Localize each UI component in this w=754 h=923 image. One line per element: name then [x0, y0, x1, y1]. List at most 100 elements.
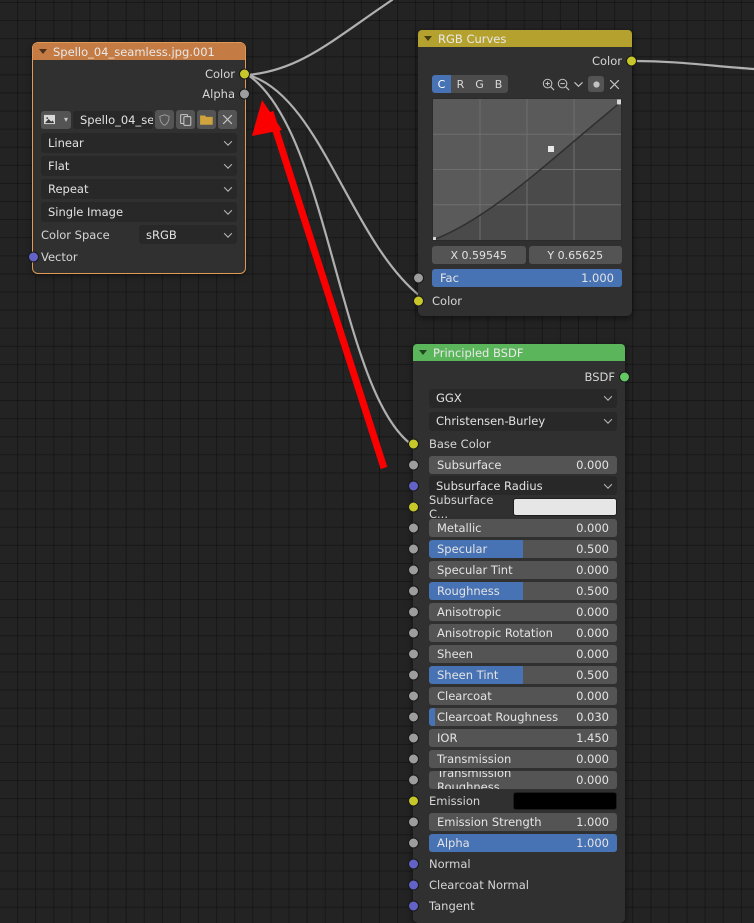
input-socket-subsurface-c[interactable] [408, 501, 419, 512]
input-label-vector: Vector [41, 250, 78, 264]
input-socket-color[interactable] [413, 295, 424, 306]
input-socket-clearcoat-roughness[interactable] [408, 711, 419, 722]
open-image-button[interactable] [197, 110, 216, 129]
subsurface-method-dropdown-row: Christensen-Burley [429, 411, 617, 431]
input-socket-ior[interactable] [408, 732, 419, 743]
bsdf-input-label: Anisotropic Rotation [437, 625, 553, 640]
distribution-dropdown[interactable]: GGX [429, 388, 617, 408]
curve-widget[interactable] [432, 98, 622, 241]
input-socket-fac[interactable] [413, 272, 424, 284]
curve-y-field[interactable]: Y 0.65625 [528, 246, 622, 264]
bsdf-slider[interactable]: Transmission Roughness 0.000 [429, 770, 617, 789]
bsdf-input-row: Subsurface 0.000 [408, 455, 617, 474]
input-socket-specular[interactable] [408, 543, 419, 554]
source-dropdown[interactable]: Single Image [41, 201, 237, 222]
node-image-texture[interactable]: Spello_04_seamless.jpg.001 Color Alpha ▾… [28, 42, 250, 274]
input-socket-anisotropic-rotation[interactable] [408, 627, 419, 638]
curve-channel-c[interactable]: C [432, 75, 451, 93]
bsdf-slider[interactable]: Sheen 0.000 [429, 644, 617, 663]
output-socket-bsdf[interactable] [619, 371, 630, 383]
curve-channel-b[interactable]: B [489, 75, 508, 93]
reset-curve-button[interactable] [607, 79, 622, 90]
fac-slider[interactable]: Fac 1.000 [432, 269, 622, 287]
bsdf-slider[interactable]: Anisotropic Rotation 0.000 [429, 623, 617, 642]
bsdf-input-value: 1.450 [576, 730, 609, 745]
new-image-button[interactable] [176, 110, 195, 129]
input-socket-sheen-tint[interactable] [408, 669, 419, 680]
input-socket-emission[interactable] [408, 795, 419, 806]
rgb-curves-body: Color C R G B X 0.59545 Y 0.65625 Fac 1.… [413, 47, 637, 316]
input-socket-subsurface[interactable] [408, 459, 419, 470]
principled-bsdf-header[interactable]: Principled BSDF [413, 344, 625, 361]
rgb-curves-title: RGB Curves [438, 31, 507, 46]
input-socket-clearcoat[interactable] [408, 690, 419, 701]
subsurface-method-dropdown[interactable]: Christensen-Burley [429, 411, 617, 431]
input-socket-transmission[interactable] [408, 753, 419, 764]
input-socket-subsurface-radius[interactable] [408, 480, 419, 491]
curve-channel-r[interactable]: R [451, 75, 470, 93]
input-socket-metallic[interactable] [408, 522, 419, 533]
bsdf-slider[interactable]: Clearcoat Roughness 0.030 [429, 707, 617, 726]
bsdf-slider[interactable]: Alpha 1.000 [429, 833, 617, 852]
bsdf-color-swatch[interactable] [513, 791, 617, 810]
bsdf-input-row: IOR 1.450 [408, 728, 617, 747]
folder-icon [200, 114, 213, 125]
color-space-dropdown[interactable]: sRGB [139, 225, 237, 244]
projection-dropdown[interactable]: Flat [41, 155, 237, 176]
collapse-triangle-icon[interactable] [424, 36, 432, 41]
fake-user-button[interactable] [155, 110, 174, 129]
input-socket-transmission-roughness[interactable] [408, 774, 419, 785]
node-principled-bsdf[interactable]: Principled BSDF BSDF GGX Christensen-Bur… [408, 344, 630, 923]
bsdf-slider[interactable]: Specular 0.500 [429, 539, 617, 558]
collapse-triangle-icon[interactable] [419, 350, 427, 355]
curve-tools-menu[interactable] [571, 79, 586, 90]
rgb-curves-header[interactable]: RGB Curves [418, 30, 632, 47]
input-socket-specular-tint[interactable] [408, 564, 419, 575]
input-socket-clearcoat-normal[interactable] [408, 879, 419, 890]
image-texture-header[interactable]: Spello_04_seamless.jpg.001 [33, 43, 245, 60]
curve-control-point[interactable] [547, 145, 554, 152]
bsdf-slider[interactable]: Subsurface 0.000 [429, 455, 617, 474]
zoom-in-button[interactable] [541, 78, 556, 91]
bsdf-slider[interactable]: Roughness 0.500 [429, 581, 617, 600]
output-socket-alpha[interactable] [239, 88, 250, 100]
bsdf-slider[interactable]: Specular Tint 0.000 [429, 560, 617, 579]
bsdf-slider[interactable]: Anisotropic 0.000 [429, 602, 617, 621]
bsdf-color-swatch[interactable] [513, 497, 617, 516]
curve-channel-g[interactable]: G [470, 75, 489, 93]
clipping-toggle[interactable] [588, 76, 604, 92]
bsdf-slider[interactable]: Transmission 0.000 [429, 749, 617, 768]
collapse-triangle-icon[interactable] [39, 49, 47, 54]
extension-dropdown[interactable]: Repeat [41, 178, 237, 199]
input-socket-normal[interactable] [408, 858, 419, 869]
bsdf-input-label: Emission [429, 793, 481, 808]
zoom-out-button[interactable] [556, 78, 571, 91]
input-socket-emission-strength[interactable] [408, 816, 419, 827]
input-socket-base-color[interactable] [408, 438, 419, 449]
input-socket-roughness[interactable] [408, 585, 419, 596]
interpolation-dropdown[interactable]: Linear [41, 132, 237, 153]
chevron-down-icon [605, 395, 611, 401]
bsdf-slider[interactable]: Metallic 0.000 [429, 518, 617, 537]
image-name-field[interactable]: Spello_04_seaml... [73, 110, 153, 129]
curve-canvas[interactable] [433, 99, 621, 240]
image-browse-button[interactable]: ▾ [41, 110, 71, 129]
bsdf-slider[interactable]: Sheen Tint 0.500 [429, 665, 617, 684]
input-socket-alpha[interactable] [408, 837, 419, 848]
source-dropdown-row: Single Image [41, 201, 237, 222]
output-socket-color[interactable] [626, 55, 637, 67]
source-value: Single Image [48, 204, 124, 219]
bsdf-slider[interactable]: Emission Strength 1.000 [429, 812, 617, 831]
bsdf-slider[interactable]: IOR 1.450 [429, 728, 617, 747]
input-socket-sheen[interactable] [408, 648, 419, 659]
fac-value: 1.000 [581, 271, 614, 285]
node-rgb-curves[interactable]: RGB Curves Color C R G B X 0.59545 Y 0.6… [413, 30, 637, 316]
input-socket-anisotropic[interactable] [408, 606, 419, 617]
bsdf-slider[interactable]: Clearcoat 0.000 [429, 686, 617, 705]
curve-x-field[interactable]: X 0.59545 [432, 246, 526, 264]
input-socket-vector[interactable] [28, 251, 39, 263]
bsdf-input-row: Specular Tint 0.000 [408, 560, 617, 579]
output-socket-color[interactable] [239, 68, 250, 80]
input-socket-tangent[interactable] [408, 900, 419, 911]
unlink-image-button[interactable] [218, 110, 237, 129]
